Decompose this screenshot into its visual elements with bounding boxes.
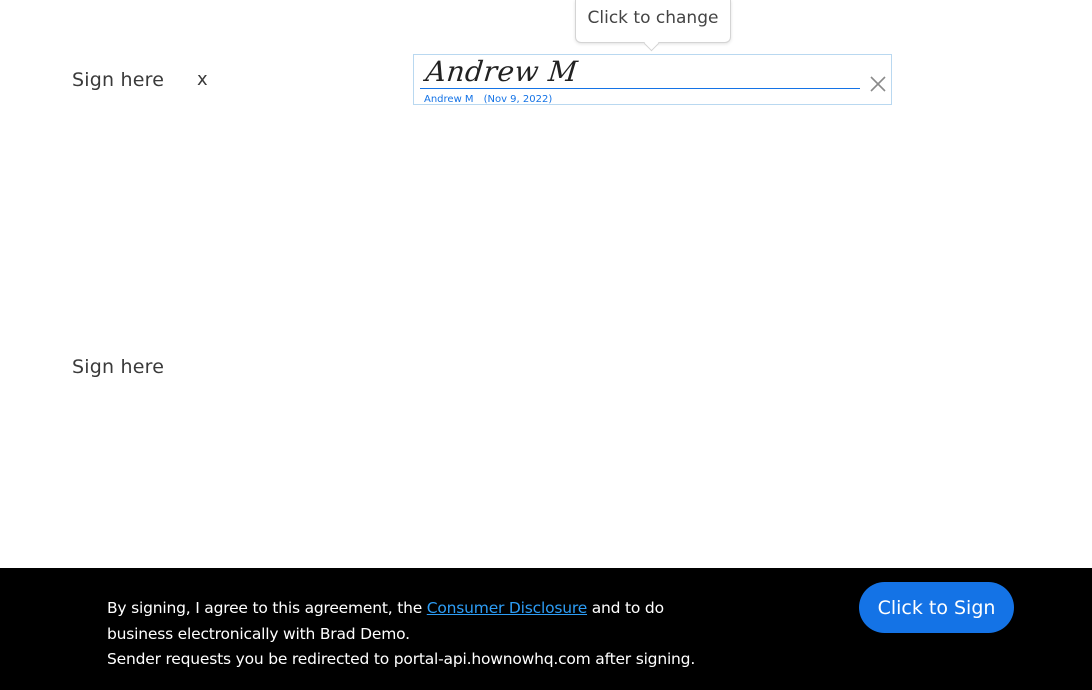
document-page: Sign here x Click to change Andrew M And… — [0, 0, 1092, 568]
click-to-sign-button[interactable]: Click to Sign — [859, 582, 1014, 633]
signing-footer: By signing, I agree to this agreement, t… — [0, 568, 1092, 690]
redirect-notice: Sender requests you be redirected to por… — [107, 650, 696, 668]
sign-here-label-2: Sign here — [72, 356, 165, 378]
close-icon[interactable] — [869, 75, 887, 93]
signer-name: Andrew M — [424, 94, 474, 105]
consumer-disclosure-link[interactable]: Consumer Disclosure — [427, 599, 587, 617]
signature-text: Andrew M — [424, 55, 580, 88]
signature-field[interactable]: Andrew M Andrew M (Nov 9, 2022) — [413, 54, 892, 105]
signature-meta: Andrew M (Nov 9, 2022) — [424, 94, 562, 105]
signature-marker-x: x — [197, 69, 208, 90]
signed-date: (Nov 9, 2022) — [483, 94, 553, 105]
agreement-prefix: By signing, I agree to this agreement, t… — [107, 599, 427, 617]
signature-line — [420, 88, 860, 89]
sign-here-label-1: Sign here — [72, 69, 165, 91]
agreement-text: By signing, I agree to this agreement, t… — [107, 596, 707, 673]
close-icon-svg — [870, 76, 886, 92]
